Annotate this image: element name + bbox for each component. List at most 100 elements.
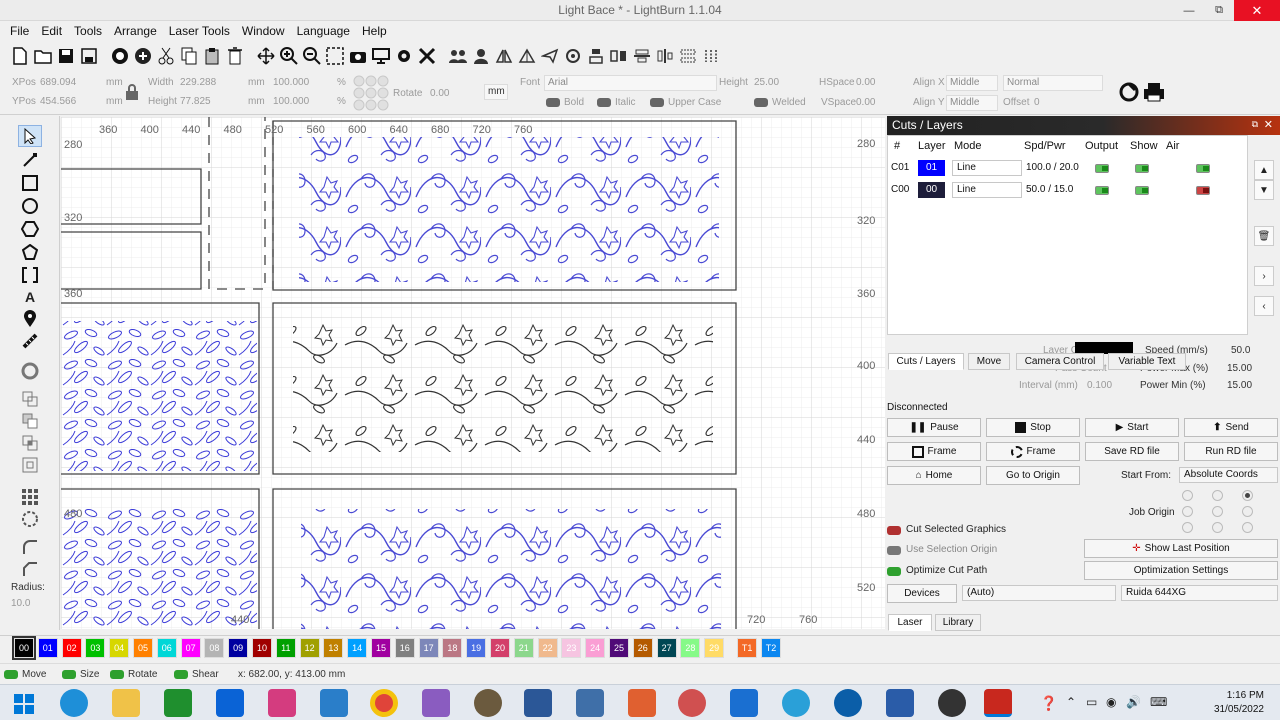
shear-toggle[interactable] [174,670,188,679]
power-min-value[interactable]: 15.00 [1227,380,1252,391]
optimization-settings-button[interactable]: Optimization Settings [1084,561,1278,580]
rotate-unit-button[interactable]: mm [484,84,508,100]
use-selection-origin-toggle[interactable] [887,546,901,555]
align-top-icon[interactable] [630,45,653,68]
obs-icon[interactable] [938,689,966,717]
mirror-h-icon[interactable] [492,45,515,68]
origin-radio[interactable] [1242,506,1253,517]
photos-icon[interactable] [268,689,296,717]
boolean-intersect-icon[interactable] [18,432,42,454]
scale-width[interactable]: 100.000 [273,77,309,88]
palette-swatch-24[interactable]: 24 [585,638,606,658]
boolean-union-icon[interactable] [18,388,42,410]
rectangle-tool-icon[interactable] [18,172,42,194]
frame-circle-button[interactable]: Frame [986,442,1080,461]
origin-radio[interactable] [1212,522,1223,533]
origin-radio[interactable] [1182,522,1193,533]
interval-value[interactable]: 0.100 [1087,380,1112,391]
cut-icon[interactable] [154,45,177,68]
width-value[interactable]: 229.288 [180,77,216,88]
collapse-icon[interactable]: ‹ [1254,296,1274,316]
ypos-value[interactable]: 454.566 [40,96,76,107]
edge-icon[interactable] [782,689,810,717]
palette-swatch-16[interactable]: 16 [394,638,415,658]
show-toggle[interactable] [1135,164,1149,173]
network-icon[interactable]: ◉ [1106,695,1116,709]
delete-layer-icon[interactable]: 🗑 [1254,226,1274,246]
stop-button[interactable]: Stop [986,418,1080,437]
measure-tool-icon[interactable] [18,330,42,352]
offset-tool-icon[interactable] [18,360,42,382]
open-folder-icon[interactable] [31,45,54,68]
group-icon[interactable] [446,45,469,68]
cut-selected-toggle[interactable] [887,526,901,535]
windows-start-icon[interactable] [14,694,34,717]
text-on-path-icon[interactable] [1118,81,1142,106]
palette-swatch-27[interactable]: 27 [656,638,677,658]
origin-radio[interactable] [1212,490,1223,501]
volume-icon[interactable]: 🔊 [1126,695,1141,709]
zoom-out-icon[interactable] [300,45,323,68]
delete-icon[interactable] [223,45,246,68]
palette-swatch-12[interactable]: 12 [299,638,320,658]
layer-up-icon[interactable]: ▲ [1254,160,1274,180]
palette-swatch-07[interactable]: 07 [180,638,201,658]
layer-row[interactable]: C01 01 Line 100.0 / 20.0 [888,158,1247,179]
minimize-button[interactable]: — [1174,0,1204,21]
zoom-frame-icon[interactable] [323,45,346,68]
power-max-value[interactable]: 15.00 [1227,363,1252,374]
ellipse-tool-icon[interactable] [18,195,42,217]
palette-swatch-20[interactable]: 20 [490,638,510,658]
tab-laser[interactable]: Laser [888,614,932,631]
italic-toggle[interactable] [597,98,611,107]
menu-file[interactable]: File [4,21,35,41]
palette-swatch-26[interactable]: 26 [632,638,653,658]
app-icon-5[interactable] [834,689,862,717]
output-toggle[interactable] [1095,186,1109,195]
palette-swatch-11[interactable]: 11 [275,638,296,658]
frame-button[interactable]: Frame [887,442,981,461]
lightburn-taskbar-icon[interactable] [984,689,1012,717]
palette-swatch-13[interactable]: 13 [323,638,344,658]
palette-swatch-02[interactable]: 02 [61,638,82,658]
move-icon[interactable] [254,45,277,68]
xpos-value[interactable]: 689.094 [40,77,76,88]
text-mode-select[interactable]: Normal [1003,75,1103,91]
menu-language[interactable]: Language [291,21,356,41]
devices-button[interactable]: Devices [887,584,957,603]
output-toggle[interactable] [1095,164,1109,173]
save-icon[interactable] [54,45,77,68]
app-icon-3[interactable] [628,689,656,717]
layer-color-swatch[interactable]: 00 [918,182,945,198]
origin-radio[interactable] [1242,490,1253,501]
select-tool-icon[interactable] [18,125,42,147]
camera-icon[interactable] [346,45,369,68]
app-icon-4[interactable] [678,689,706,717]
maximize-button[interactable]: ⧉ [1204,0,1234,21]
weld-icon[interactable] [18,454,42,476]
pentagon-tool-icon[interactable] [18,241,42,263]
palette-swatch-03[interactable]: 03 [85,638,106,658]
mirror-v-icon[interactable] [515,45,538,68]
tab-library[interactable]: Library [935,614,981,631]
box-panel-bottom[interactable] [272,488,737,629]
send-button[interactable]: ⬆ Send [1184,418,1278,437]
palette-swatch-15[interactable]: 15 [371,638,391,658]
paint-icon[interactable] [422,689,450,717]
palette-swatch-05[interactable]: 05 [133,638,153,658]
tools-icon[interactable] [415,45,438,68]
palette-swatch-04[interactable]: 04 [109,638,130,658]
polygon-tool-icon[interactable] [18,218,42,240]
tab-variable-text[interactable]: Variable Text [1108,353,1186,370]
save-as-icon[interactable] [77,45,100,68]
font-height-value[interactable]: 25.00 [754,77,779,88]
boolean-subtract-icon[interactable] [18,410,42,432]
start-button[interactable]: ▶ Start [1085,418,1179,437]
box-panel-top[interactable] [272,120,737,291]
palette-swatch-25[interactable]: 25 [609,638,629,658]
palette-swatch-18[interactable]: 18 [442,638,463,658]
paste-icon[interactable] [200,45,223,68]
layer-mode-select[interactable]: Line [952,182,1022,198]
layer-row[interactable]: C00 00 Line 50.0 / 15.0 [888,180,1247,201]
align-right-icon[interactable] [607,45,630,68]
